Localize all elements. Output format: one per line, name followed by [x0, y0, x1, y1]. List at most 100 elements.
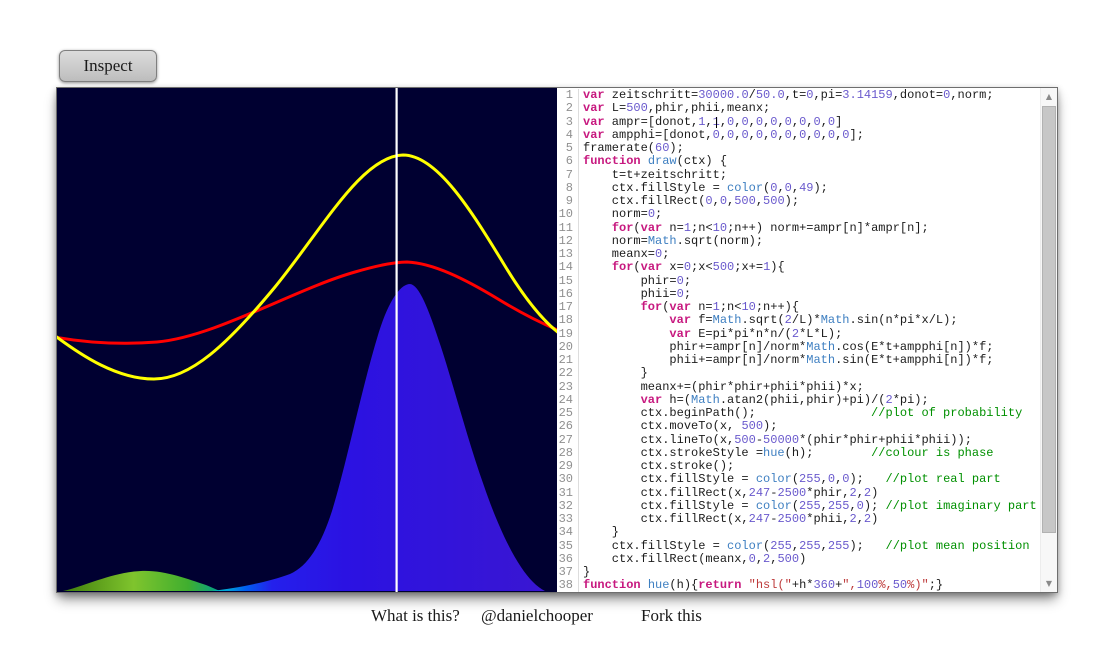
line-number: 11	[557, 221, 579, 235]
playground-panel: 1 var zeitschritt=30000.0/50.0,t=0,pi=3.1…	[56, 87, 1058, 593]
text-cursor	[715, 116, 717, 128]
code-text: for(var x=0;x<500;x+=1){	[611, 260, 785, 275]
code-text: ctx.strokeStyle =hue(h); //colour is pha…	[583, 445, 994, 460]
code-text: meanx=0;	[583, 247, 670, 261]
code-text: phir+=ampr[n]/norm*Math.cos(E*t+ampphi[n…	[583, 339, 994, 354]
line-number: 2	[557, 101, 579, 116]
line-number: 19	[557, 327, 579, 341]
line-number: 4	[557, 128, 579, 142]
code-line: 1 var zeitschritt=30000.0/50.0,t=0,pi=3.1…	[557, 88, 1057, 103]
code-line: 25 ctx.beginPath(); //plot of probabilit…	[557, 406, 1057, 421]
code-text: phii=0;	[583, 286, 692, 301]
code-text: function draw(ctx) {	[583, 154, 728, 169]
code-text: ctx.fillStyle = color(255,255,0); //plot…	[583, 498, 1037, 513]
code-line: 17 for(var n=1;n<10;n++){	[557, 300, 1057, 315]
scroll-up-button[interactable]: ▲	[1041, 88, 1057, 105]
inspect-button[interactable]: Inspect	[59, 50, 157, 82]
code-text: ctx.fillRect(x,247-2500*phii,2,2)	[583, 512, 879, 526]
line-number: 24	[557, 393, 579, 407]
line-number: 21	[557, 353, 579, 368]
code-line: 21 phii+=ampr[n]/norm*Math.sin(E*t+ampph…	[557, 353, 1057, 368]
code-text: ctx.fillStyle = color(0,0,49);	[583, 180, 828, 195]
code-text: ctx.moveTo(x, 500);	[583, 419, 778, 434]
line-number: 3	[557, 115, 579, 129]
code-editor[interactable]: 1 var zeitschritt=30000.0/50.0,t=0,pi=3.1…	[557, 88, 1057, 592]
code-text: ctx.fillStyle = color(255,255,255); //pl…	[583, 538, 1030, 553]
link-fork[interactable]: Fork this	[641, 606, 702, 626]
code-line: 37}	[557, 565, 1057, 580]
link-author[interactable]: @danielchooper	[481, 606, 593, 626]
line-number: 9	[557, 194, 579, 209]
code-line: 31 ctx.fillRect(x,247-2500*phir,2,2)	[557, 486, 1057, 500]
line-number: 6	[557, 154, 579, 169]
code-line: 6 function draw(ctx) {	[557, 154, 1057, 169]
line-number: 31	[557, 486, 579, 500]
code-line: 19 var E=pi*pi*n*n/(2*L*L);	[557, 327, 1057, 341]
line-number: 16	[557, 287, 579, 301]
line-number: 20	[557, 340, 579, 354]
simulation-canvas	[57, 88, 557, 592]
line-number: 14	[557, 260, 579, 275]
line-number: 5	[557, 141, 579, 156]
code-line: 11 for(var n=1;n<10;n++) norm+=ampr[n]*a…	[557, 220, 1057, 235]
wavefunction-plot	[57, 88, 557, 592]
line-number: 25	[557, 406, 579, 421]
code-text: for(var n=1;n<10;n++) norm+=ampr[n]*ampr…	[611, 220, 929, 235]
code-text: norm=Math.sqrt(norm);	[583, 233, 764, 248]
code-text: framerate(60);	[583, 141, 684, 155]
line-number: 8	[557, 181, 579, 195]
code-line: 35 ctx.fillStyle = color(255,255,255); /…	[557, 538, 1057, 553]
line-number: 17	[557, 300, 579, 315]
code-text: ctx.lineTo(x,500-50000*(phir*phir+phii*p…	[583, 432, 972, 447]
code-line: 12 norm=Math.sqrt(norm);	[557, 233, 1057, 248]
link-what-is-this[interactable]: What is this?	[371, 606, 460, 626]
line-number: 28	[557, 446, 579, 460]
code-text: ctx.beginPath(); //plot of probability	[583, 406, 1023, 420]
scrollbar-thumb[interactable]	[1042, 106, 1056, 533]
code-line: 28 ctx.strokeStyle =hue(h); //colour is …	[557, 445, 1057, 460]
line-number: 12	[557, 234, 579, 248]
code-line: 33 ctx.fillRect(x,247-2500*phii,2,2)	[557, 512, 1057, 527]
code-line: 36 ctx.fillRect(meanx,0,2,500)	[557, 552, 1057, 566]
line-number: 15	[557, 274, 579, 288]
code-text: var zeitschritt=30000.0/50.0,t=0,pi=3.14…	[583, 88, 994, 102]
code-line: 9 ctx.fillRect(0,0,500,500);	[557, 194, 1057, 209]
code-text: ctx.stroke();	[583, 459, 735, 473]
code-line: 13 meanx=0;	[557, 247, 1057, 262]
code-text: var L=500,phir,phii,meanx;	[583, 101, 771, 116]
line-number: 27	[557, 433, 579, 447]
code-text: var h=(Math.atan2(phii,phir)+pi)/(2*pi);	[640, 392, 929, 407]
code-line: 26 ctx.moveTo(x, 500);	[557, 419, 1057, 434]
line-number: 26	[557, 419, 579, 434]
line-number: 29	[557, 459, 579, 474]
code-line: 18 var f=Math.sqrt(2/L)*Math.sin(n*pi*x/…	[557, 313, 1057, 328]
line-number: 1	[557, 88, 579, 103]
line-number: 32	[557, 499, 579, 513]
code-text: var ampphi=[donot,0,0,0,0,0,0,0,0,0,0];	[583, 127, 864, 142]
scrollbar[interactable]: ▲ ▼	[1040, 88, 1057, 592]
code-text: function hue(h){return "hsl("+h*360+",10…	[583, 578, 944, 592]
code-line: 34 }	[557, 525, 1057, 540]
scroll-down-button[interactable]: ▼	[1041, 575, 1057, 592]
code-line: 7 t=t+zeitschritt;	[557, 168, 1057, 182]
line-number: 23	[557, 380, 579, 394]
code-line: 5 framerate(60);	[557, 141, 1057, 156]
code-line: 27 ctx.lineTo(x,500-50000*(phir*phir+phi…	[557, 432, 1057, 447]
line-number: 13	[557, 247, 579, 262]
code-line: 29 ctx.stroke();	[557, 459, 1057, 474]
line-number: 33	[557, 512, 579, 527]
code-text: }	[583, 565, 591, 579]
line-number: 22	[557, 366, 579, 381]
code-text: meanx+=(phir*phir+phii*phii)*x;	[583, 379, 864, 394]
line-number: 34	[557, 525, 579, 540]
code-line: 4 var ampphi=[donot,0,0,0,0,0,0,0,0,0,0];	[557, 127, 1057, 142]
code-line: 32 ctx.fillStyle = color(255,255,0); //p…	[557, 498, 1057, 513]
code-line: 16 phii=0;	[557, 286, 1057, 301]
line-number: 36	[557, 552, 579, 566]
line-number: 37	[557, 565, 579, 580]
mean-position-line	[395, 88, 398, 592]
code-text: phir=0;	[583, 273, 692, 288]
code-line: 24 var h=(Math.atan2(phii,phir)+pi)/(2*p…	[557, 392, 1057, 407]
code-text: phii+=ampr[n]/norm*Math.sin(E*t+ampphi[n…	[583, 353, 994, 367]
code-text: ctx.fillStyle = color(255,0,0); //plot r…	[583, 472, 1001, 487]
